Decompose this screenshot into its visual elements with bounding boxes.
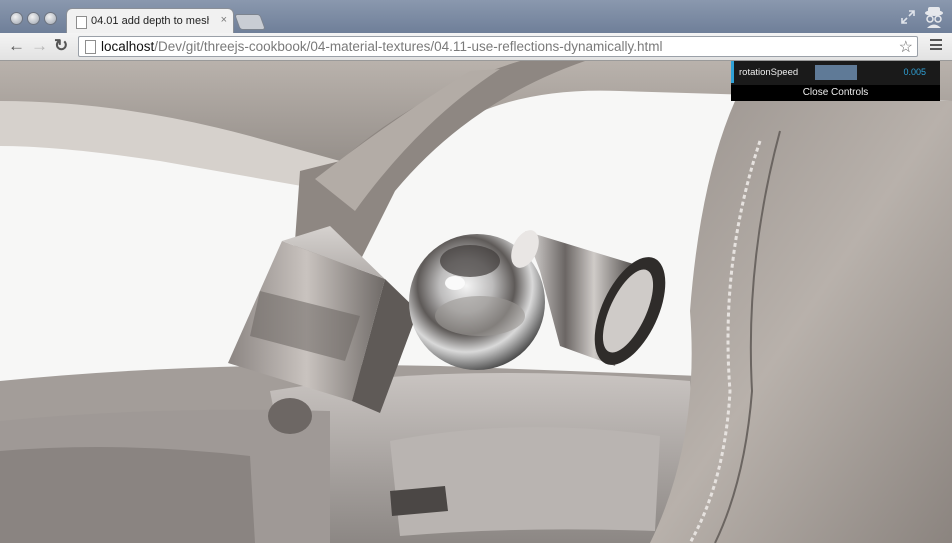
- reload-icon[interactable]: ↻: [54, 37, 68, 55]
- zoom-window-button[interactable]: [44, 12, 57, 25]
- back-arrow-icon[interactable]: ←: [8, 37, 25, 55]
- tab-close-icon[interactable]: ×: [221, 14, 227, 26]
- window-titlebar: 04.01 add depth to mesh ×: [0, 0, 952, 34]
- close-controls-button[interactable]: Close Controls: [731, 85, 940, 101]
- menu-icon[interactable]: [930, 39, 942, 53]
- close-window-button[interactable]: [10, 12, 23, 25]
- browser-toolbar: ← → ↻ localhost/Dev/git/threejs-cookbook…: [0, 33, 952, 61]
- bookmark-star-icon[interactable]: ☆: [899, 37, 913, 57]
- url-host: localhost: [101, 39, 155, 54]
- rotation-speed-slider[interactable]: [815, 65, 857, 80]
- url-path: /Dev/git/threejs-cookbook/04-material-te…: [154, 39, 663, 54]
- forward-arrow-icon[interactable]: →: [31, 37, 48, 55]
- scene-render: [0, 61, 952, 543]
- tab-title: 04.01 add depth to mesh: [91, 15, 209, 27]
- slider-fill: [815, 65, 857, 80]
- webgl-canvas[interactable]: [0, 61, 952, 543]
- page-icon: [76, 16, 87, 29]
- address-bar[interactable]: localhost/Dev/git/threejs-cookbook/04-ma…: [78, 36, 918, 57]
- url-text[interactable]: localhost/Dev/git/threejs-cookbook/04-ma…: [101, 39, 663, 54]
- rotation-speed-value[interactable]: 0.005: [903, 67, 926, 77]
- browser-tab[interactable]: 04.01 add depth to mesh ×: [66, 8, 234, 34]
- rotation-speed-label: rotationSpeed: [739, 67, 799, 78]
- fullscreen-arrows-icon[interactable]: [899, 8, 917, 26]
- minimize-window-button[interactable]: [27, 12, 40, 25]
- new-tab-button[interactable]: [234, 14, 266, 30]
- rotation-speed-control: rotationSpeed 0.005: [731, 61, 940, 83]
- controls-panel: rotationSpeed 0.005 Close Controls: [731, 61, 940, 101]
- incognito-icon: [925, 7, 943, 28]
- page-icon: [85, 40, 96, 54]
